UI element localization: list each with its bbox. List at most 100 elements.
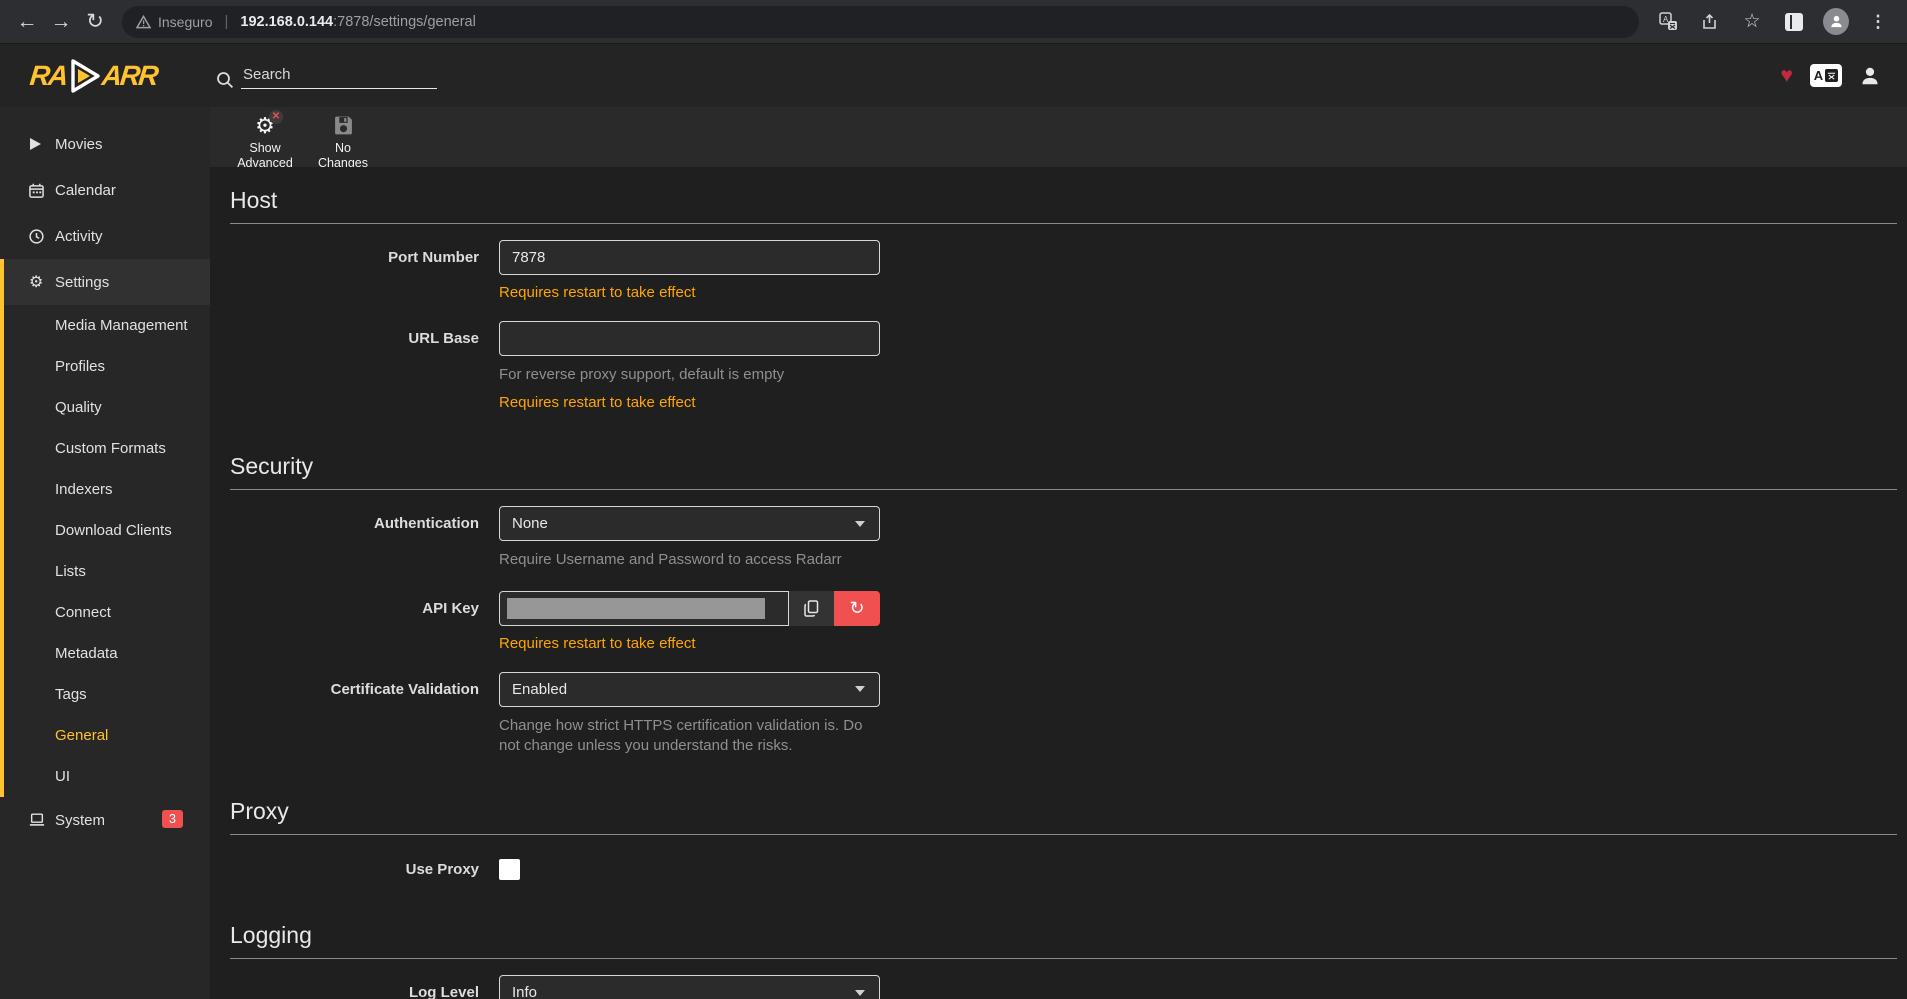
port-number-row: Port Number Requires restart to take eff… xyxy=(230,240,1897,301)
security-section-title: Security xyxy=(230,453,1897,490)
regenerate-api-key-button[interactable]: ↻ xyxy=(834,591,880,626)
api-key-value-redacted xyxy=(507,598,765,619)
browser-action-icons: A ☆ ⋮ xyxy=(1649,9,1897,35)
sidebar-item-label: System xyxy=(55,812,105,829)
use-proxy-label: Use Proxy xyxy=(230,859,499,880)
url-base-help: For reverse proxy support, default is em… xyxy=(499,365,880,385)
logging-section-title: Logging xyxy=(230,922,1897,959)
authentication-label: Authentication xyxy=(230,506,499,570)
sidebar-item-quality[interactable]: Quality xyxy=(4,387,210,428)
proxy-section-title: Proxy xyxy=(230,798,1897,835)
sidebar-item-profiles[interactable]: Profiles xyxy=(4,346,210,387)
url-separator: | xyxy=(224,13,228,30)
sidebar-item-label: Activity xyxy=(55,228,103,245)
sidebar-item-lists[interactable]: Lists xyxy=(4,551,210,592)
chevron-down-icon xyxy=(855,686,865,692)
general-settings-content: Host Port Number Requires restart to tak… xyxy=(210,167,1907,999)
sidebar-item-label: Movies xyxy=(55,136,103,153)
log-level-select[interactable]: Info xyxy=(499,975,880,999)
sidebar-item-system[interactable]: System 3 xyxy=(0,797,210,843)
search-input[interactable] xyxy=(241,63,437,89)
app-body: Movies Calendar xyxy=(0,107,1907,999)
main-panel: ⚙ ✕ Show Advanced No Changes xyxy=(210,107,1907,999)
use-proxy-row: Use Proxy xyxy=(230,859,1897,880)
insecure-warning-icon xyxy=(136,15,151,29)
bookmark-star-icon[interactable]: ☆ xyxy=(1739,9,1765,35)
url-base-input[interactable] xyxy=(499,321,880,356)
browser-profile-avatar[interactable] xyxy=(1823,9,1849,35)
browser-toolbar: ← → ↻ Inseguro | 192.168.0.144 :7878/set… xyxy=(0,0,1907,44)
url-base-label: URL Base xyxy=(230,321,499,411)
sidebar-item-media-management[interactable]: Media Management xyxy=(4,305,210,346)
app-header: RA ARR ♥ A xyxy=(0,44,1907,107)
api-key-label: API Key xyxy=(230,591,499,652)
browser-back-button[interactable]: ← xyxy=(10,5,44,39)
log-level-value: Info xyxy=(512,984,537,999)
share-icon[interactable] xyxy=(1697,9,1723,35)
logo-text-left: RA xyxy=(28,60,68,92)
play-icon xyxy=(29,137,55,151)
sidebar-item-movies[interactable]: Movies xyxy=(0,121,210,167)
user-icon[interactable] xyxy=(1859,65,1881,87)
sidebar-item-settings[interactable]: ⚙ Settings xyxy=(4,259,210,305)
use-proxy-checkbox[interactable] xyxy=(499,859,520,880)
side-panel-icon[interactable] xyxy=(1781,9,1807,35)
donate-heart-icon[interactable]: ♥ xyxy=(1781,64,1793,88)
radarr-app: RA ARR ♥ A xyxy=(0,44,1907,999)
api-key-input[interactable] xyxy=(499,591,789,626)
address-bar[interactable]: Inseguro | 192.168.0.144 :7878/settings/… xyxy=(122,6,1639,38)
host-section-title: Host xyxy=(230,187,1897,224)
api-key-group: ↻ xyxy=(499,591,880,626)
authentication-row: Authentication None Require Username and… xyxy=(230,506,1897,570)
log-level-row: Log Level Info xyxy=(230,975,1897,999)
logo-text-right: ARR xyxy=(101,60,159,92)
settings-group: ⚙ Settings Media Management Profiles Qua… xyxy=(0,259,210,797)
authentication-value: None xyxy=(512,515,548,532)
sidebar-item-connect[interactable]: Connect xyxy=(4,592,210,633)
sidebar-item-calendar[interactable]: Calendar xyxy=(0,167,210,213)
sidebar-item-download-clients[interactable]: Download Clients xyxy=(4,510,210,551)
laptop-icon xyxy=(29,813,55,827)
sidebar-item-indexers[interactable]: Indexers xyxy=(4,469,210,510)
search-bar xyxy=(216,63,437,89)
save-icon xyxy=(333,115,354,136)
sidebar-item-label: Settings xyxy=(55,274,109,291)
log-level-label: Log Level xyxy=(230,975,499,999)
translate-letter: A xyxy=(1814,68,1823,83)
header-right-icons: ♥ A xyxy=(1781,64,1881,88)
chevron-down-icon xyxy=(855,521,865,527)
sidebar-item-activity[interactable]: Activity xyxy=(0,213,210,259)
copy-icon xyxy=(804,600,819,617)
certificate-validation-value: Enabled xyxy=(512,681,567,698)
browser-menu-icon[interactable]: ⋮ xyxy=(1865,9,1891,35)
certificate-validation-select[interactable]: Enabled xyxy=(499,672,880,707)
security-status-label: Inseguro xyxy=(158,14,212,30)
certificate-validation-row: Certificate Validation Enabled Change ho… xyxy=(230,672,1897,757)
port-number-input[interactable] xyxy=(499,240,880,275)
calendar-icon xyxy=(29,183,55,198)
sidebar-item-custom-formats[interactable]: Custom Formats xyxy=(4,428,210,469)
port-number-label: Port Number xyxy=(230,240,499,301)
copy-api-key-button[interactable] xyxy=(789,591,834,626)
sidebar: Movies Calendar xyxy=(0,107,210,999)
system-warning-badge: 3 xyxy=(162,810,183,828)
chevron-down-icon xyxy=(855,990,865,996)
translate-icon[interactable]: A xyxy=(1655,9,1681,35)
authentication-select[interactable]: None xyxy=(499,506,880,541)
sidebar-item-metadata[interactable]: Metadata xyxy=(4,633,210,674)
url-base-restart-warning: Requires restart to take effect xyxy=(499,394,880,411)
port-restart-warning: Requires restart to take effect xyxy=(499,284,880,301)
show-advanced-button[interactable]: ⚙ ✕ Show Advanced xyxy=(232,113,298,171)
browser-reload-button[interactable]: ↻ xyxy=(78,5,112,39)
certificate-validation-help: Change how strict HTTPS certification va… xyxy=(499,716,880,757)
settings-toolbar: ⚙ ✕ Show Advanced No Changes xyxy=(210,107,1907,167)
advanced-off-x-icon: ✕ xyxy=(269,110,283,124)
radarr-logo[interactable]: RA ARR xyxy=(0,58,210,94)
sidebar-item-ui[interactable]: UI xyxy=(4,756,210,797)
sidebar-item-tags[interactable]: Tags xyxy=(4,674,210,715)
no-changes-button[interactable]: No Changes xyxy=(310,113,376,171)
page-translate-icon[interactable]: A xyxy=(1810,64,1842,87)
sidebar-item-general[interactable]: General xyxy=(4,715,210,756)
url-path: :7878/settings/general xyxy=(333,14,476,30)
browser-forward-button[interactable]: → xyxy=(44,5,78,39)
